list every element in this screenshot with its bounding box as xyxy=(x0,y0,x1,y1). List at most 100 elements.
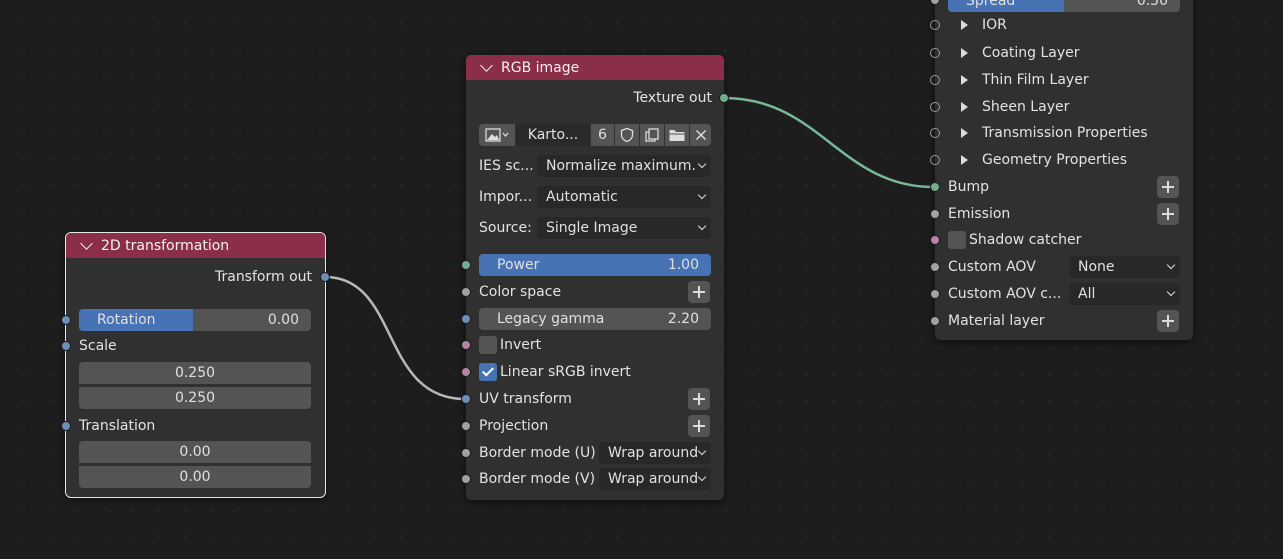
panel-label: Coating Layer xyxy=(982,45,1080,61)
legacy-gamma-socket[interactable] xyxy=(461,314,471,324)
chevron-down-icon xyxy=(697,159,707,169)
panel-expand-icon xyxy=(961,75,968,85)
invert-socket[interactable] xyxy=(461,340,471,350)
texture-out-socket[interactable] xyxy=(719,93,729,103)
projection-label: Projection xyxy=(479,418,549,434)
border-v-dropdown[interactable]: Wrap around xyxy=(599,468,711,490)
translation-x-field[interactable]: 0.00 xyxy=(79,441,311,463)
emission-socket[interactable] xyxy=(930,209,940,219)
node-material[interactable]: Spread 0.50 IOR Coating Layer Thin Film … xyxy=(930,0,1193,340)
duplicate-image-button[interactable] xyxy=(640,124,664,146)
translation-x-value: 0.00 xyxy=(179,444,211,460)
border-v-label: Border mode (V) xyxy=(479,471,596,487)
image-users-count[interactable]: 6 xyxy=(591,124,614,146)
node-header[interactable]: RGB image xyxy=(466,55,724,80)
panel-transmission-properties[interactable]: Transmission Properties xyxy=(961,121,1148,145)
scale-y-field[interactable]: 0.250 xyxy=(79,387,311,409)
transmission-socket[interactable] xyxy=(930,128,940,138)
custom-aov-socket[interactable] xyxy=(930,262,940,272)
panel-expand-icon xyxy=(961,155,968,165)
panel-label: Sheen Layer xyxy=(982,99,1070,115)
source-dropdown[interactable]: Single Image xyxy=(537,217,711,239)
image-name-field[interactable]: Karto... xyxy=(516,124,590,146)
spread-slider[interactable]: Spread 0.50 xyxy=(948,0,1180,12)
panel-label: Geometry Properties xyxy=(982,152,1128,168)
rotation-value: 0.00 xyxy=(267,312,299,328)
translation-socket[interactable] xyxy=(61,421,71,431)
node-2d-transformation[interactable]: 2D transformation Transform out Rotation… xyxy=(61,232,330,498)
emission-label: Emission xyxy=(948,206,1011,222)
node-header[interactable]: 2D transformation xyxy=(66,233,325,258)
panel-ior[interactable]: IOR xyxy=(961,13,1007,37)
legacy-gamma-field[interactable]: Legacy gamma 2.20 xyxy=(479,308,711,330)
node-rgb-image[interactable]: RGB image Texture out Karto... 6 IES sc.… xyxy=(461,55,729,500)
bump-row: Bump xyxy=(948,175,989,199)
output-label: Transform out xyxy=(214,269,312,285)
material-layer-add-button[interactable] xyxy=(1157,310,1179,332)
emission-add-button[interactable] xyxy=(1157,203,1179,225)
border-u-dropdown[interactable]: Wrap around xyxy=(599,442,711,464)
bump-socket[interactable] xyxy=(930,182,940,192)
unlink-image-button[interactable] xyxy=(690,124,711,146)
rotation-socket[interactable] xyxy=(61,315,71,325)
uv-transform-label: UV transform xyxy=(479,391,572,407)
ies-row: IES sc... xyxy=(479,154,534,178)
panel-geometry-properties[interactable]: Geometry Properties xyxy=(961,148,1127,172)
translation-y-field[interactable]: 0.00 xyxy=(79,466,311,488)
spread-label: Spread xyxy=(966,0,1016,9)
scale-x-field[interactable]: 0.250 xyxy=(79,362,311,384)
ies-label: IES sc... xyxy=(479,158,534,174)
ies-dropdown[interactable]: Normalize maximum... xyxy=(537,155,711,177)
thin-film-socket[interactable] xyxy=(930,75,940,85)
material-layer-socket[interactable] xyxy=(930,316,940,326)
panel-label: Transmission Properties xyxy=(982,125,1148,141)
coating-socket[interactable] xyxy=(930,48,940,58)
ior-socket[interactable] xyxy=(930,20,940,30)
uv-transform-socket[interactable] xyxy=(461,394,471,404)
scale-y-value: 0.250 xyxy=(174,390,216,406)
border-v-socket[interactable] xyxy=(461,474,471,484)
link-texture-to-bump[interactable] xyxy=(723,96,935,189)
spread-socket[interactable] xyxy=(930,0,940,5)
custom-aov-dropdown[interactable]: None xyxy=(1069,256,1180,278)
shadow-catcher-checkbox[interactable] xyxy=(948,231,966,249)
shadow-catcher-socket[interactable] xyxy=(930,235,940,245)
invert-checkbox[interactable] xyxy=(479,336,497,354)
panel-expand-icon xyxy=(961,128,968,138)
collapse-chevron-icon[interactable] xyxy=(80,237,93,250)
scale-socket[interactable] xyxy=(61,341,71,351)
geometry-socket[interactable] xyxy=(930,155,940,165)
border-v-row: Border mode (V) xyxy=(479,467,595,491)
uv-transform-add-button[interactable] xyxy=(688,388,710,410)
panel-coating-layer[interactable]: Coating Layer xyxy=(961,41,1080,65)
power-slider[interactable]: Power 1.00 xyxy=(479,254,711,276)
panel-sheen-layer[interactable]: Sheen Layer xyxy=(961,95,1069,119)
material-layer-label: Material layer xyxy=(948,313,1045,329)
image-name: Karto... xyxy=(527,127,579,143)
custom-aov-channel-dropdown[interactable]: All xyxy=(1069,283,1180,305)
panel-thin-film-layer[interactable]: Thin Film Layer xyxy=(961,68,1089,92)
linear-srgb-socket[interactable] xyxy=(461,367,471,377)
import-dropdown[interactable]: Automatic xyxy=(537,186,711,208)
legacy-gamma-value: 2.20 xyxy=(667,311,699,327)
projection-add-button[interactable] xyxy=(688,415,710,437)
custom-aov-channel-socket[interactable] xyxy=(930,289,940,299)
power-socket[interactable] xyxy=(461,260,471,270)
image-browse-button[interactable] xyxy=(479,124,515,146)
bump-add-button[interactable] xyxy=(1157,176,1179,198)
border-u-socket[interactable] xyxy=(461,448,471,458)
sheen-socket[interactable] xyxy=(930,102,940,112)
linear-srgb-checkbox[interactable] xyxy=(479,363,497,381)
link-transform-to-uv[interactable] xyxy=(324,275,466,401)
rotation-slider[interactable]: Rotation 0.00 xyxy=(79,309,311,331)
open-image-button[interactable] xyxy=(665,124,689,146)
fake-user-button[interactable] xyxy=(615,124,639,146)
transform-out-socket[interactable] xyxy=(320,272,330,282)
node-title: RGB image xyxy=(501,59,580,76)
projection-socket[interactable] xyxy=(461,421,471,431)
collapse-chevron-icon[interactable] xyxy=(480,59,493,72)
color-space-add-button[interactable] xyxy=(688,281,710,303)
color-space-socket[interactable] xyxy=(461,287,471,297)
linear-srgb-row: Linear sRGB invert xyxy=(500,360,631,384)
shield-icon xyxy=(620,127,634,143)
